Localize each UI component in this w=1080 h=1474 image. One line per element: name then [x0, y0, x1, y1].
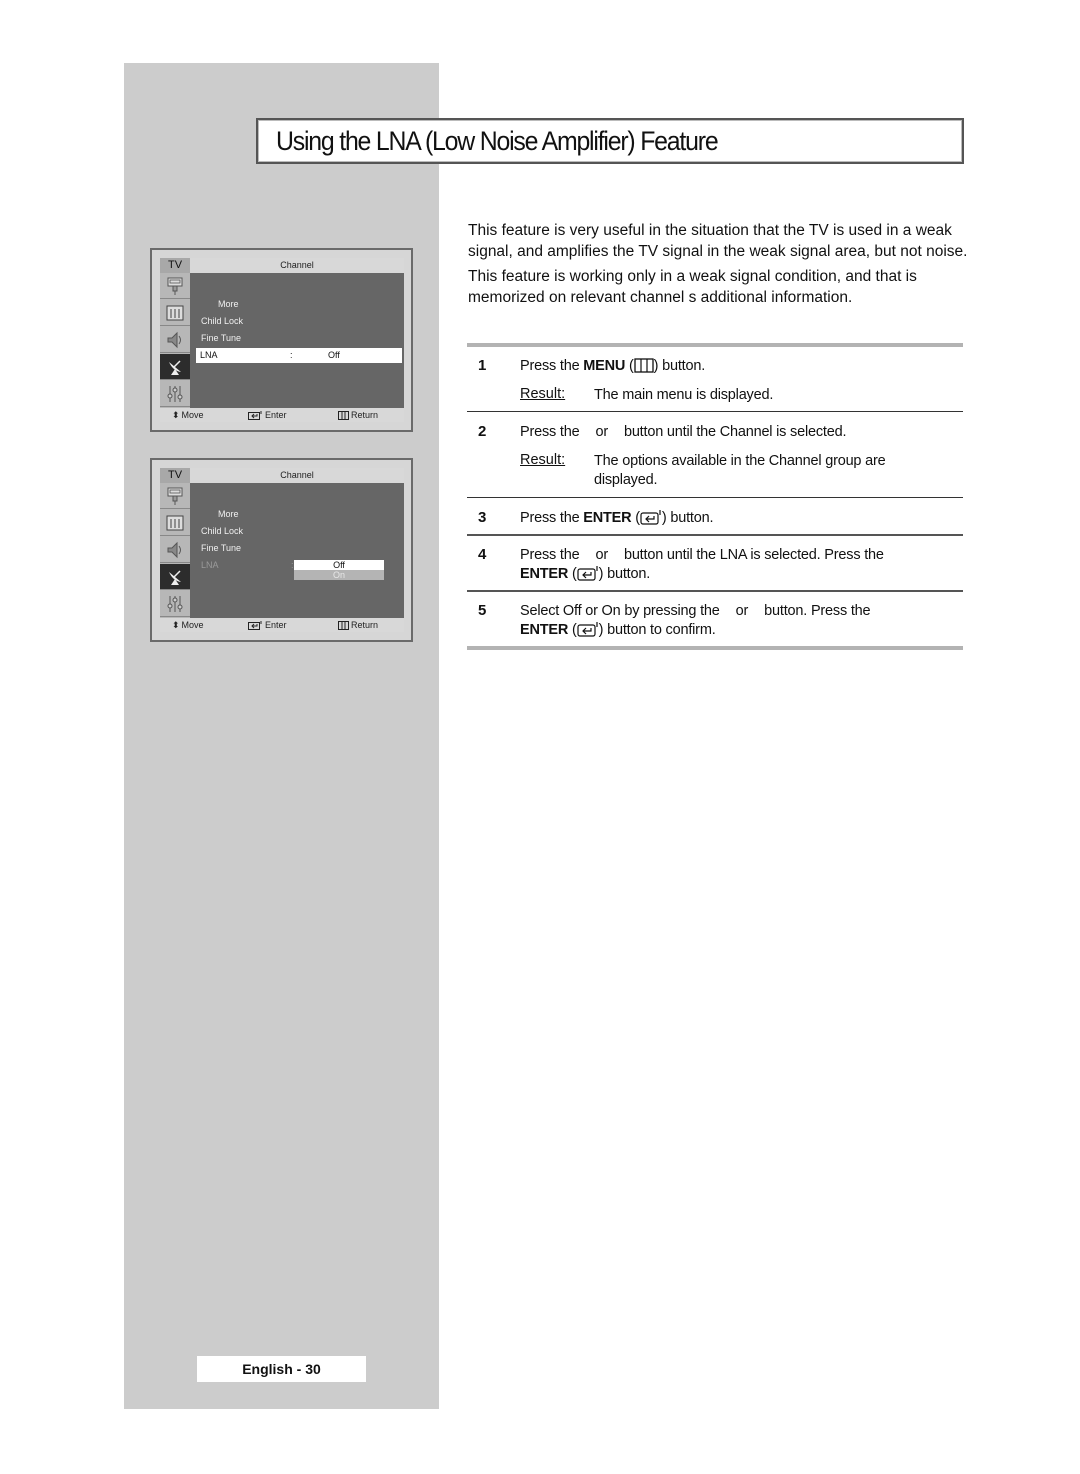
option-off[interactable]: Off	[294, 560, 384, 570]
enter-icon	[248, 620, 262, 630]
return-label: Return	[351, 410, 379, 420]
intro-text: This feature is very useful in the situa…	[468, 220, 978, 312]
step-number-3: 3	[478, 509, 487, 526]
intro-paragraph-1: This feature is very useful in the situa…	[468, 222, 968, 260]
step-number-5: 5	[478, 602, 487, 619]
osd-display: TV Channel More Child Lock Fine Tune LNA…	[160, 468, 404, 632]
result-label-1: Result:	[520, 386, 566, 402]
option-on[interactable]: On	[294, 570, 384, 580]
lna-value: Off	[328, 350, 340, 360]
menu-item-more[interactable]: More	[218, 509, 239, 519]
menu-item-fine-tune[interactable]: Fine Tune	[201, 333, 241, 343]
result-text-1: The main menu is displayed.	[594, 387, 774, 403]
setup-sliders-icon	[160, 591, 190, 617]
enter-icon	[577, 566, 598, 581]
enter-label: Enter	[265, 620, 287, 630]
menu-item-more[interactable]: More	[218, 299, 239, 309]
osd-icon-bar	[160, 273, 190, 408]
enter-hint: Enter	[248, 408, 287, 422]
menu-title: Channel	[280, 260, 314, 270]
step-3-text: Press the ENTER () button.	[520, 510, 714, 526]
result-text-2: The options available in the Channel gro…	[594, 453, 886, 488]
step-number-1: 1	[478, 357, 487, 374]
move-hint: ⬍ Move	[172, 408, 204, 422]
enter-icon	[640, 510, 661, 525]
enter-hint: Enter	[248, 618, 287, 632]
step-number-4: 4	[478, 546, 487, 563]
osd-display: TV Channel More Child Lock Fine Tune LNA…	[160, 258, 404, 422]
steps-top-rule	[467, 343, 963, 347]
move-hint: ⬍ Move	[172, 618, 204, 632]
steps-bottom-rule	[467, 646, 963, 650]
channel-satellite-icon	[160, 564, 190, 590]
antenna-input-icon	[160, 273, 190, 299]
move-label: Move	[181, 620, 204, 630]
menu-icon	[338, 620, 349, 630]
menu-icon	[634, 358, 654, 373]
osd-screen-1: TV Channel More Child Lock Fine Tune LNA…	[150, 248, 413, 432]
step-2-text: Press the or button until the Channel is s…	[520, 424, 847, 440]
menu-item-lna[interactable]: LNA	[201, 560, 219, 570]
step-number-2: 2	[478, 423, 487, 440]
page-number: English - 30	[197, 1356, 366, 1382]
page-title: Using the LNA (Low Noise Amplifier) Feat…	[276, 126, 719, 156]
osd-icon-bar	[160, 483, 190, 618]
return-label: Return	[351, 620, 379, 630]
menu-item-child-lock[interactable]: Child Lock	[201, 316, 243, 326]
return-hint: Return	[338, 408, 378, 422]
updown-arrow-icon: ⬍	[172, 410, 180, 420]
osd-screen-2: TV Channel More Child Lock Fine Tune LNA…	[150, 458, 413, 642]
picture-icon	[160, 510, 190, 536]
return-hint: Return	[338, 618, 378, 632]
step-1-text: Press the MENU () button.	[520, 358, 706, 374]
menu-item-fine-tune[interactable]: Fine Tune	[201, 543, 241, 553]
menu-icon	[338, 410, 349, 420]
step-divider	[467, 411, 963, 412]
lna-dropdown[interactable]: Off On	[294, 560, 384, 580]
menu-item-lna-selected[interactable]: LNA : Off	[196, 348, 402, 363]
osd-footer: ⬍ Move Enter Return	[160, 408, 404, 422]
sound-icon	[160, 327, 190, 353]
move-label: Move	[181, 410, 204, 420]
menu-title: Channel	[280, 470, 314, 480]
antenna-input-icon	[160, 483, 190, 509]
intro-paragraph-2: This feature is working only in a weak s…	[468, 268, 917, 306]
step-divider	[467, 590, 963, 592]
enter-icon	[248, 410, 262, 420]
menu-item-child-lock[interactable]: Child Lock	[201, 526, 243, 536]
title-box: Using the LNA (Low Noise Amplifier) Feat…	[256, 118, 964, 164]
lna-separator: :	[290, 350, 293, 360]
setup-sliders-icon	[160, 381, 190, 407]
step-divider	[467, 534, 963, 536]
tv-label: TV	[160, 468, 190, 483]
tv-label: TV	[160, 258, 190, 273]
updown-arrow-icon: ⬍	[172, 620, 180, 630]
picture-icon	[160, 300, 190, 326]
step-5-text: Select Off or On by pressing the or button…	[520, 603, 871, 638]
osd-footer: ⬍ Move Enter Return	[160, 618, 404, 632]
enter-label: Enter	[265, 410, 287, 420]
channel-satellite-icon	[160, 354, 190, 380]
lna-label: LNA	[200, 350, 218, 360]
sound-icon	[160, 537, 190, 563]
result-label-2: Result:	[520, 452, 566, 468]
enter-icon	[577, 622, 598, 637]
step-divider	[467, 497, 963, 498]
step-4-text: Press the or button until the LNA is selec…	[520, 547, 884, 582]
